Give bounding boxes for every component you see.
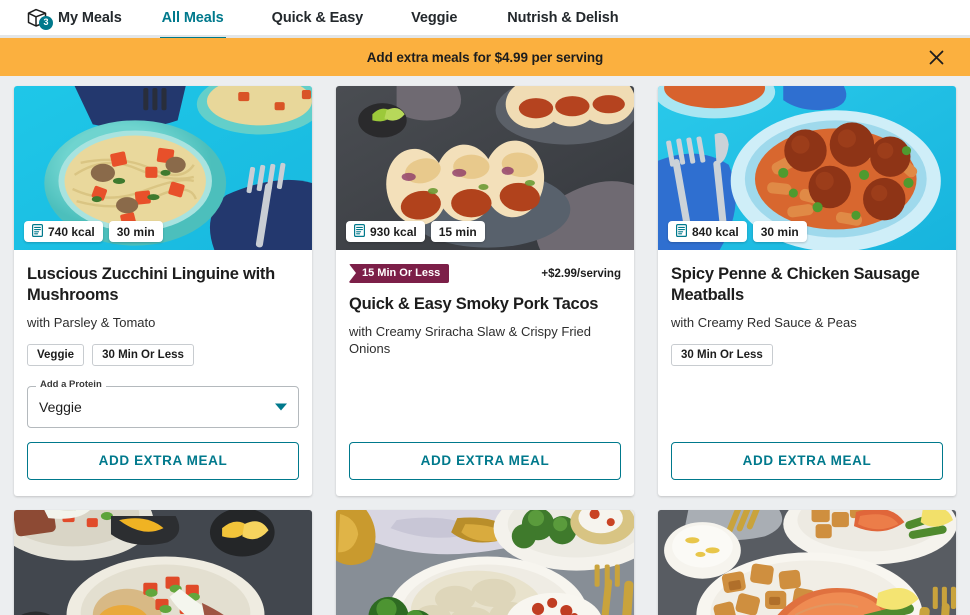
- meal-card[interactable]: [14, 509, 312, 615]
- nav-item-quick-and-easy-label: Quick & Easy: [271, 9, 364, 26]
- my-meals-badge-count: 3: [39, 15, 53, 30]
- add-a-protein-select[interactable]: Add a Protein Veggie: [27, 380, 299, 428]
- photo-badges: 930 kcal 15 min: [346, 221, 485, 242]
- meal-surcharge: +$2.99/serving: [541, 267, 621, 280]
- meal-chips: 30 Min Or Less: [671, 343, 943, 366]
- calorie-badge: 740 kcal: [24, 221, 103, 242]
- time-badge: 30 min: [752, 221, 807, 242]
- pork-tacos-photo: 930 kcal 15 min: [336, 86, 634, 250]
- meal-subtitle: with Parsley & Tomato: [27, 314, 156, 330]
- time-badge: 15 min: [430, 221, 485, 242]
- meal-card-body: 15 Min Or Less +$2.99/serving Quick & Ea…: [336, 250, 634, 496]
- meal-card[interactable]: 740 kcal 30 min Luscious Zucchini Lingui…: [14, 86, 312, 496]
- meal-tag-row: 15 Min Or Less +$2.99/serving: [349, 264, 621, 283]
- meal-card[interactable]: [658, 509, 956, 615]
- nav-item-veggie-label: Veggie: [411, 9, 458, 26]
- meal-chip: Veggie: [27, 343, 85, 366]
- time-badge: 30 min: [108, 221, 163, 242]
- nutrition-label-icon: [354, 223, 366, 240]
- spicy-penne-photo: 840 kcal 30 min: [658, 86, 956, 250]
- meal-chip: 30 Min Or Less: [92, 343, 194, 366]
- meal-card-body: Spicy Penne & Chicken Sausage Meatballs …: [658, 250, 956, 496]
- time-badge-label: 30 min: [760, 224, 799, 239]
- promo-banner-text: Add extra meals for $4.99 per serving: [366, 49, 604, 65]
- calorie-badge-label: 740 kcal: [48, 224, 95, 239]
- nav-item-quick-and-easy[interactable]: Quick & Easy: [272, 0, 364, 37]
- calorie-badge-label: 840 kcal: [692, 224, 739, 239]
- meal-card[interactable]: [336, 509, 634, 615]
- main-navigation: 3 My Meals All Meals Quick & Easy Veggie…: [0, 0, 970, 40]
- zucchini-linguine-photo: 740 kcal 30 min: [14, 86, 312, 250]
- calorie-badge-label: 930 kcal: [370, 224, 417, 239]
- nav-item-nutrish-and-delish[interactable]: Nutrish & Delish: [507, 0, 618, 37]
- box-icon: 3: [25, 7, 53, 30]
- meal-ribbon-tag: 15 Min Or Less: [349, 264, 450, 283]
- photo-badges: 740 kcal 30 min: [24, 221, 163, 242]
- calorie-badge: 930 kcal: [346, 221, 425, 242]
- meal-title: Quick & Easy Smoky Pork Tacos: [349, 295, 599, 313]
- select-value: Veggie: [39, 398, 82, 415]
- nav-item-my-meals-label: My Meals: [58, 9, 122, 26]
- steak-bowl-photo: [14, 509, 312, 615]
- nutrition-label-icon: [676, 223, 688, 240]
- nav-item-all-meals[interactable]: All Meals: [159, 0, 226, 40]
- meal-title: Spicy Penne & Chicken Sausage Meatballs: [671, 265, 920, 304]
- time-badge-label: 15 min: [438, 224, 477, 239]
- time-badge-label: 30 min: [116, 224, 155, 239]
- meal-title: Luscious Zucchini Linguine with Mushroom…: [27, 265, 275, 304]
- nav-item-nutrish-and-delish-label: Nutrish & Delish: [507, 9, 619, 26]
- add-extra-meal-button[interactable]: ADD EXTRA MEAL: [671, 441, 943, 480]
- select-label: Add a Protein: [36, 380, 106, 390]
- meal-chip: 30 Min Or Less: [671, 343, 773, 366]
- nav-item-all-meals-label: All Meals: [161, 9, 224, 26]
- meal-chips: Veggie 30 Min Or Less: [27, 343, 299, 366]
- nutrition-label-icon: [32, 223, 44, 240]
- nav-item-my-meals[interactable]: 3 My Meals: [25, 0, 122, 37]
- promo-banner: Add extra meals for $4.99 per serving: [0, 38, 970, 76]
- meal-card[interactable]: 840 kcal 30 min Spicy Penne & Chicken Sa…: [658, 86, 956, 496]
- meal-card-grid: 740 kcal 30 min Luscious Zucchini Lingui…: [0, 76, 970, 615]
- chicken-mash-broccoli-photo: [336, 509, 634, 615]
- meal-card[interactable]: 930 kcal 15 min 15 Min Or Less +$2.99/se…: [336, 86, 634, 496]
- chevron-down-icon[interactable]: [275, 403, 287, 411]
- add-extra-meal-button[interactable]: ADD EXTRA MEAL: [349, 441, 621, 480]
- meal-subtitle: with Creamy Sriracha Slaw & Crispy Fried…: [349, 323, 592, 356]
- meal-card-body: Luscious Zucchini Linguine with Mushroom…: [14, 250, 312, 496]
- calorie-badge: 840 kcal: [668, 221, 747, 242]
- photo-badges: 840 kcal 30 min: [668, 221, 807, 242]
- add-extra-meal-button[interactable]: ADD EXTRA MEAL: [27, 441, 299, 480]
- close-icon[interactable]: [926, 47, 946, 67]
- nav-item-veggie[interactable]: Veggie: [411, 0, 457, 37]
- salmon-potatoes-photo: [658, 509, 956, 615]
- meal-subtitle: with Creamy Red Sauce & Peas: [671, 314, 857, 330]
